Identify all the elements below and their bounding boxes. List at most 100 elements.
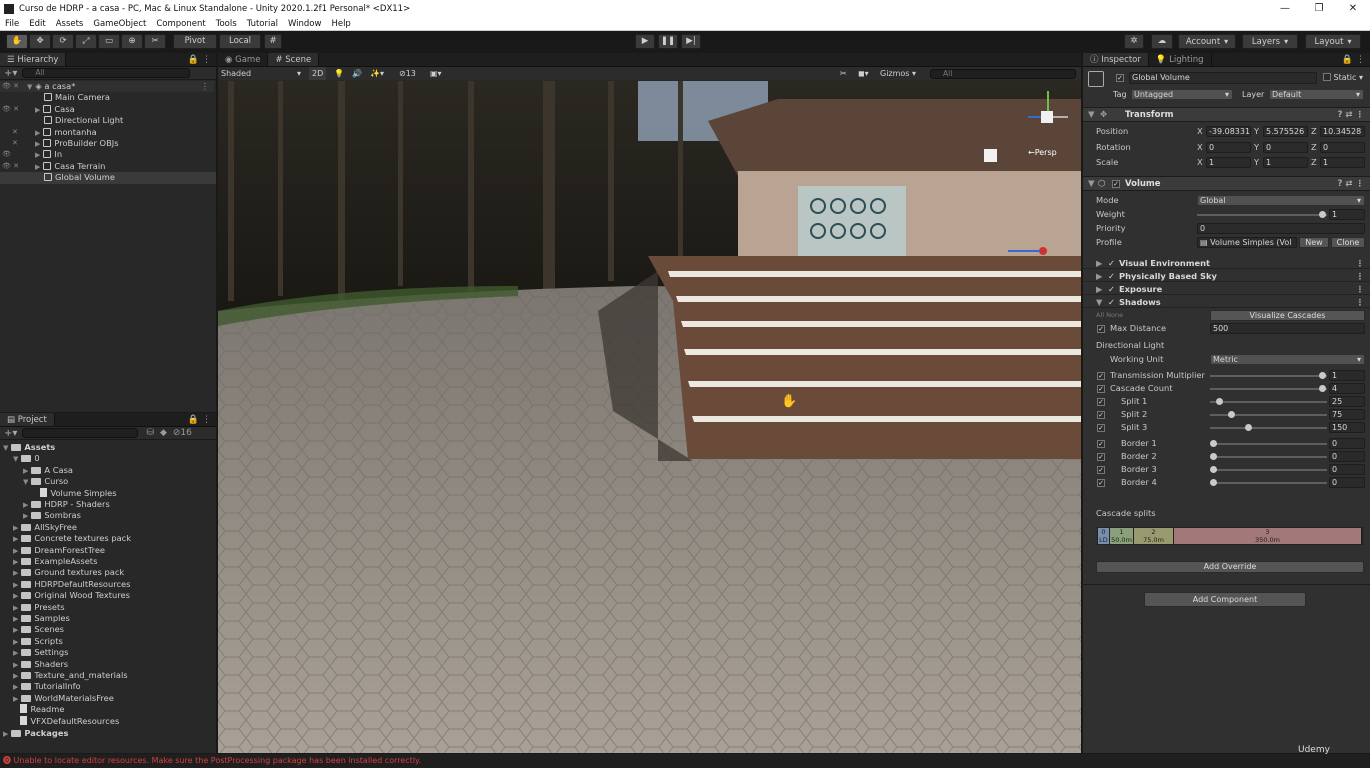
- hierarchy-item[interactable]: 👁 ✕ ▶ Casa: [0, 104, 214, 115]
- expand-arrow-icon[interactable]: ▶: [13, 547, 18, 555]
- tab-lighting[interactable]: 💡 Lighting: [1148, 53, 1212, 66]
- hand-tool-button[interactable]: ✋: [6, 34, 28, 49]
- hidden-objects-icon[interactable]: ⊘13: [399, 67, 416, 80]
- border-field[interactable]: 0: [1329, 477, 1365, 488]
- add-component-button[interactable]: Add Component: [1144, 592, 1306, 607]
- project-tree-item[interactable]: ▶ HDRPDefaultResources: [13, 579, 130, 590]
- project-tree-item[interactable]: ▶ DreamForestTree: [13, 545, 105, 556]
- project-tree-item[interactable]: ▶ Sombras: [23, 510, 81, 521]
- volume-header[interactable]: ▼ ⬡ ✓ Volume ? ⇄ ⋮: [1083, 176, 1370, 191]
- custom-tool-button[interactable]: ✂: [144, 34, 166, 49]
- hierarchy-item[interactable]: ✕ ▶ ProBuilder OBJs: [0, 138, 214, 149]
- expand-arrow-icon[interactable]: ▶: [13, 558, 18, 566]
- hierarchy-item[interactable]: 👁 ▶ In: [0, 149, 214, 160]
- expand-arrow-icon[interactable]: ▶: [13, 524, 18, 532]
- add-override-button[interactable]: Add Override: [1096, 561, 1364, 573]
- expand-arrow-icon[interactable]: ▶: [3, 730, 8, 738]
- visibility-icon[interactable]: 👁 ✕: [2, 81, 19, 92]
- split-override-checkbox[interactable]: ✓: [1097, 411, 1105, 419]
- pause-button[interactable]: ❚❚: [658, 34, 678, 49]
- hidden-count-icon[interactable]: ⊘16: [173, 428, 192, 438]
- rotate-tool-button[interactable]: ⟳: [52, 34, 74, 49]
- hierarchy-item-selected[interactable]: Global Volume: [0, 172, 216, 184]
- assets-root[interactable]: ▼ Assets: [3, 442, 55, 453]
- split-field[interactable]: 150: [1329, 422, 1365, 433]
- menu-assets[interactable]: Assets: [51, 19, 89, 29]
- project-tree-item[interactable]: ▶ Scenes: [13, 624, 64, 635]
- position-x-field[interactable]: -39.08331: [1206, 126, 1251, 137]
- project-tree-item[interactable]: ▶ TutorialInfo: [13, 681, 81, 692]
- effects-toggle-icon[interactable]: ✨▾: [370, 67, 384, 80]
- layers-dropdown[interactable]: Layers: [1242, 34, 1298, 49]
- cloud-icon[interactable]: ☁: [1151, 34, 1173, 49]
- menu-gameobject[interactable]: GameObject: [88, 19, 151, 29]
- cascade-segment[interactable]: 2 75.0m: [1134, 528, 1174, 544]
- override-shadows[interactable]: ▼ ✓ Shadows ⋮: [1083, 296, 1370, 308]
- max-distance-field[interactable]: 500: [1210, 323, 1365, 334]
- packages-root[interactable]: ▶ Packages: [3, 728, 68, 739]
- border-slider[interactable]: [1210, 443, 1327, 445]
- create-plus-button[interactable]: +▾: [4, 68, 17, 79]
- volume-enabled-checkbox[interactable]: ✓: [1112, 180, 1120, 188]
- border-field[interactable]: 0: [1329, 464, 1365, 475]
- 2d-toggle-button[interactable]: 2D: [309, 67, 327, 80]
- project-tree-item[interactable]: ▶ Concrete textures pack: [13, 533, 131, 544]
- border-slider-handle[interactable]: [1210, 479, 1217, 486]
- scale-tool-button[interactable]: ⤢: [75, 34, 97, 49]
- project-tree-item[interactable]: ▶ Original Wood Textures: [13, 590, 130, 601]
- expand-arrow-icon[interactable]: ▶: [23, 512, 28, 520]
- transmission-override-checkbox[interactable]: ✓: [1097, 372, 1105, 380]
- expand-arrow-icon[interactable]: ▶: [13, 626, 18, 634]
- expand-arrow-icon[interactable]: ▼: [23, 478, 28, 486]
- expand-arrow-icon[interactable]: ▶: [13, 615, 18, 623]
- expand-arrow-icon[interactable]: ▶: [13, 661, 18, 669]
- border-slider-handle[interactable]: [1210, 440, 1217, 447]
- border-field[interactable]: 0: [1329, 451, 1365, 462]
- grid-snap-button[interactable]: #: [264, 34, 282, 49]
- expand-arrow-icon[interactable]: ▶: [13, 695, 18, 703]
- project-tree-item[interactable]: ▶ HDRP - Shaders: [23, 499, 110, 510]
- all-none-toggle[interactable]: All None: [1096, 309, 1123, 322]
- create-plus-button[interactable]: +▾: [4, 428, 17, 439]
- persp-label[interactable]: ←Persp: [1028, 148, 1057, 157]
- expand-arrow-icon[interactable]: ▶: [23, 501, 28, 509]
- active-checkbox[interactable]: ✓: [1116, 74, 1124, 82]
- expand-arrow-icon[interactable]: ▶: [13, 535, 18, 543]
- static-toggle[interactable]: Static ▾: [1323, 73, 1363, 82]
- cascade-segment[interactable]: 3 350.0m: [1174, 528, 1362, 544]
- expand-arrow-icon[interactable]: ▶: [13, 581, 18, 589]
- menu-help[interactable]: Help: [326, 19, 355, 29]
- expand-arrow-icon[interactable]: ▶: [13, 683, 18, 691]
- border-override-checkbox[interactable]: ✓: [1097, 453, 1105, 461]
- border-override-checkbox[interactable]: ✓: [1097, 440, 1105, 448]
- play-button[interactable]: ▶: [635, 34, 655, 49]
- tab-scene[interactable]: # Scene: [268, 53, 320, 66]
- border-slider[interactable]: [1210, 456, 1327, 458]
- split-override-checkbox[interactable]: ✓: [1097, 424, 1105, 432]
- project-tree-item[interactable]: ▶ Scripts: [13, 636, 63, 647]
- visualize-cascades-button[interactable]: Visualize Cascades: [1210, 310, 1365, 321]
- scene-viewport[interactable]: ←Persp ✋: [218, 81, 1081, 753]
- transmission-field[interactable]: 1: [1329, 370, 1365, 381]
- lighting-toggle-icon[interactable]: 💡: [334, 67, 344, 80]
- pick-icon[interactable]: ✕: [12, 127, 18, 138]
- close-button[interactable]: ✕: [1336, 0, 1370, 17]
- override-visual-environment[interactable]: ▶ ✓ Visual Environment ⋮: [1083, 257, 1370, 269]
- max-distance-override-checkbox[interactable]: ✓: [1097, 325, 1105, 333]
- menu-tools[interactable]: Tools: [211, 19, 242, 29]
- project-tree-item[interactable]: ▶ AllSkyFree: [13, 522, 77, 533]
- layer-dropdown[interactable]: Default: [1269, 89, 1364, 100]
- hierarchy-search-input[interactable]: All: [22, 68, 191, 78]
- split-slider[interactable]: [1210, 427, 1327, 429]
- override-exposure[interactable]: ▶ ✓ Exposure ⋮: [1083, 283, 1370, 295]
- project-tree-item[interactable]: Volume Simples: [33, 487, 117, 499]
- object-name-field[interactable]: Global Volume: [1129, 72, 1317, 84]
- account-dropdown[interactable]: Account: [1178, 34, 1236, 49]
- scale-y-field[interactable]: 1: [1263, 157, 1308, 168]
- tag-dropdown[interactable]: Untagged: [1131, 89, 1233, 100]
- rotation-x-field[interactable]: 0: [1206, 142, 1251, 153]
- maximize-button[interactable]: ❐: [1302, 0, 1336, 17]
- hierarchy-item[interactable]: Directional Light: [44, 115, 123, 126]
- new-profile-button[interactable]: New: [1299, 237, 1329, 248]
- audio-toggle-icon[interactable]: 🔊: [352, 67, 362, 80]
